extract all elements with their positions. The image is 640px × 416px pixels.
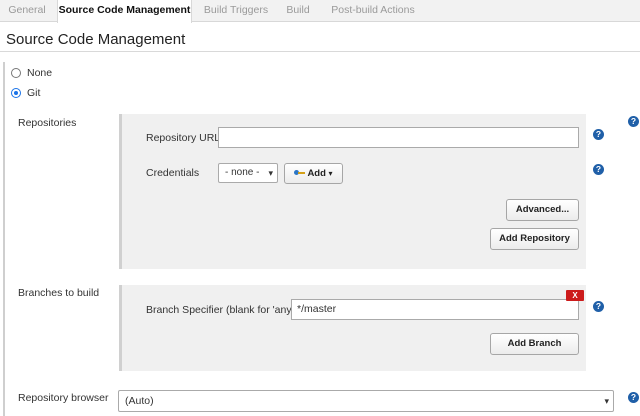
add-repository-button[interactable]: Add Repository	[490, 228, 579, 250]
tab-build-triggers[interactable]: Build Triggers	[196, 0, 276, 22]
chevron-down-icon: ▾	[604, 396, 609, 406]
scm-option-git-label: Git	[27, 87, 41, 99]
tab-build[interactable]: Build	[280, 0, 316, 22]
credentials-select[interactable]: - none - ▾	[218, 163, 278, 183]
radio-none[interactable]	[11, 68, 21, 78]
repository-browser-value: (Auto)	[125, 395, 154, 407]
repository-browser-select[interactable]: (Auto) ▾	[118, 390, 614, 412]
scm-option-git[interactable]: Git	[11, 86, 40, 100]
section-divider	[0, 51, 640, 52]
repository-url-label: Repository URL	[146, 132, 221, 144]
branch-specifier-help-icon[interactable]: ?	[593, 301, 604, 312]
add-credentials-label: Add	[307, 168, 326, 179]
advanced-button[interactable]: Advanced...	[506, 199, 579, 221]
key-icon	[294, 170, 306, 176]
add-branch-button[interactable]: Add Branch	[490, 333, 579, 355]
delete-icon[interactable]: X	[566, 290, 584, 301]
credentials-help-icon[interactable]: ?	[593, 164, 604, 175]
branch-specifier-label: Branch Specifier (blank for 'any')	[146, 304, 298, 316]
credentials-label: Credentials	[146, 167, 200, 179]
repository-browser-label: Repository browser	[18, 392, 109, 404]
add-credentials-button[interactable]: Add ▾	[284, 163, 343, 184]
repositories-help-icon[interactable]: ?	[628, 116, 639, 127]
section-left-bar	[3, 62, 5, 416]
chevron-down-icon: ▾	[328, 169, 333, 178]
branches-label: Branches to build	[18, 287, 100, 299]
credentials-select-value: - none -	[225, 167, 260, 178]
radio-git[interactable]	[11, 88, 21, 98]
repositories-label: Repositories	[18, 117, 77, 129]
repository-browser-help-icon[interactable]: ?	[628, 392, 639, 403]
scm-option-none-label: None	[27, 67, 53, 79]
repository-panel: Repository URL Credentials - none - ▾ Ad…	[119, 114, 586, 269]
branch-specifier-input[interactable]: */master	[291, 299, 579, 320]
scm-option-none[interactable]: None	[11, 66, 52, 80]
tab-post-build-actions[interactable]: Post-build Actions	[322, 0, 424, 22]
tab-general[interactable]: General	[0, 0, 54, 22]
repository-url-input[interactable]	[218, 127, 579, 148]
tab-source-code-management[interactable]: Source Code Management	[57, 0, 192, 23]
branch-panel: Branch Specifier (blank for 'any') */mas…	[119, 285, 586, 371]
repository-url-help-icon[interactable]: ?	[593, 129, 604, 140]
chevron-down-icon: ▾	[268, 168, 273, 178]
section-title: Source Code Management	[6, 31, 186, 48]
config-tabs: General Source Code Management Build Tri…	[0, 0, 640, 23]
